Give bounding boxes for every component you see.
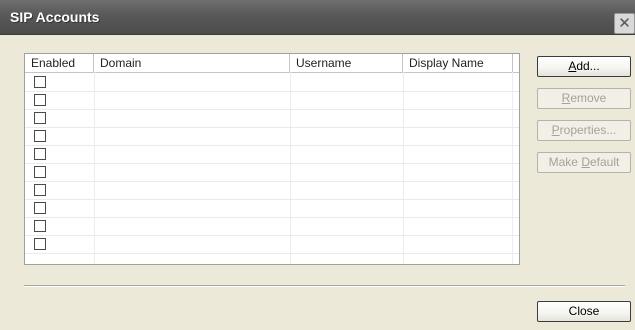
remove-button-accesskey: R xyxy=(561,91,571,105)
properties-button-accesskey: P xyxy=(551,123,560,137)
enabled-checkbox[interactable] xyxy=(34,202,46,214)
make-default-button-label-pre: Make xyxy=(548,155,582,169)
enabled-checkbox[interactable] xyxy=(34,166,46,178)
enabled-checkbox[interactable] xyxy=(34,76,46,88)
remove-button-label-post: emove xyxy=(570,91,607,105)
enabled-checkbox[interactable] xyxy=(34,238,46,250)
enabled-checkbox[interactable] xyxy=(34,184,46,196)
table-row[interactable] xyxy=(25,217,519,236)
table-row[interactable] xyxy=(25,163,519,182)
enabled-checkbox[interactable] xyxy=(34,148,46,160)
table-row[interactable] xyxy=(25,199,519,218)
table-row[interactable] xyxy=(25,109,519,128)
column-header-domain[interactable]: Domain xyxy=(94,54,290,72)
table-row[interactable] xyxy=(25,145,519,164)
footer-separator xyxy=(24,285,625,287)
window-title: SIP Accounts xyxy=(10,9,100,25)
make-default-button-accesskey: D xyxy=(581,155,590,169)
enabled-checkbox[interactable] xyxy=(34,94,46,106)
table-row[interactable] xyxy=(25,91,519,110)
table-row[interactable] xyxy=(25,181,519,200)
column-header-username[interactable]: Username xyxy=(290,54,403,72)
make-default-button[interactable]: Make Default xyxy=(537,152,631,173)
table-row[interactable] xyxy=(25,73,519,92)
table-row[interactable] xyxy=(25,127,519,146)
add-button[interactable]: Add... xyxy=(537,56,631,77)
close-window-icon[interactable]: ✕ xyxy=(614,13,635,34)
properties-button-label-post: roperties... xyxy=(559,123,617,137)
remove-button[interactable]: Remove xyxy=(537,88,631,109)
add-button-label-post: dd... xyxy=(576,59,600,73)
enabled-checkbox[interactable] xyxy=(34,220,46,232)
close-button[interactable]: Close xyxy=(537,301,631,322)
column-header-enabled[interactable]: Enabled xyxy=(25,54,94,72)
properties-button[interactable]: Properties... xyxy=(537,120,631,141)
list-header: Enabled Domain Username Display Name xyxy=(25,54,519,73)
make-default-button-label-post: efault xyxy=(590,155,620,169)
dialog-client-area: Enabled Domain Username Display Name Add… xyxy=(0,35,635,330)
column-header-display-name[interactable]: Display Name xyxy=(403,54,513,72)
title-bar: SIP Accounts ✕ xyxy=(0,0,635,35)
table-row[interactable] xyxy=(25,235,519,254)
enabled-checkbox[interactable] xyxy=(34,130,46,142)
sip-accounts-list[interactable]: Enabled Domain Username Display Name xyxy=(24,53,520,265)
enabled-checkbox[interactable] xyxy=(34,112,46,124)
